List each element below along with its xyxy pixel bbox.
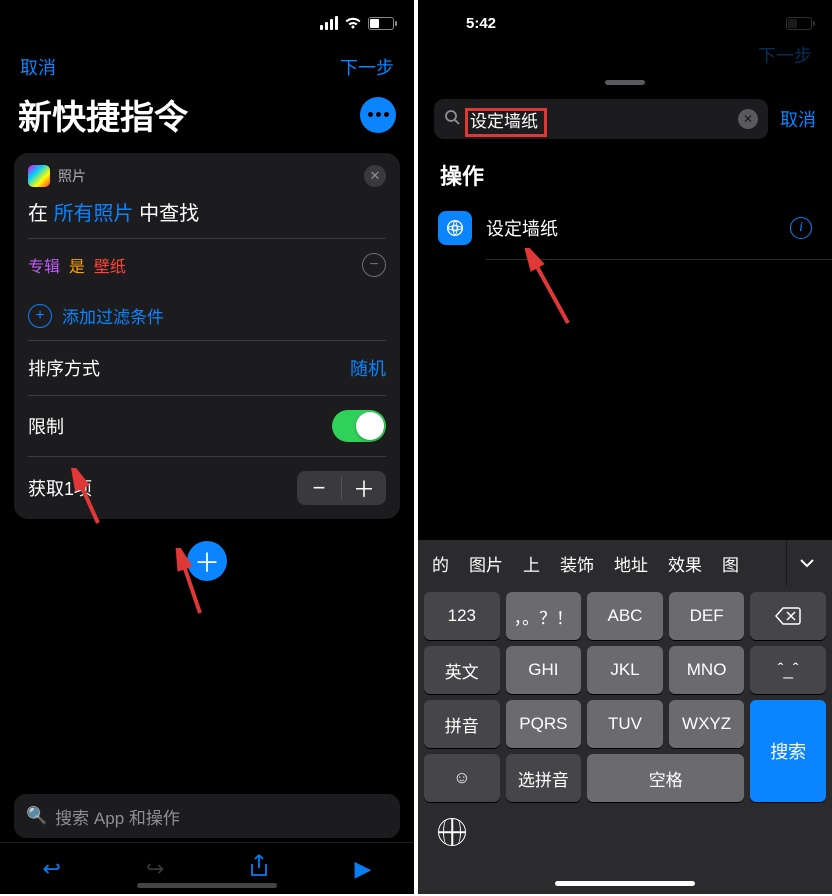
section-title: 操作 xyxy=(418,149,832,197)
more-button[interactable] xyxy=(360,97,396,133)
keyboard: 的 图片 上 装饰 地址 效果 图 123 ，。？！ ABC DEF 英文 GH… xyxy=(418,540,832,894)
play-button[interactable]: ▶ xyxy=(355,856,372,882)
redo-button[interactable]: ↪ xyxy=(146,856,164,882)
next-button[interactable]: 下一步 xyxy=(340,54,394,80)
undo-button[interactable]: ↩ xyxy=(43,856,61,882)
candidate[interactable]: 地址 xyxy=(614,551,648,576)
candidate[interactable]: 效果 xyxy=(668,551,702,576)
limit-row: 限制 xyxy=(14,396,400,456)
globe-button[interactable] xyxy=(438,818,466,846)
battery-icon xyxy=(786,17,812,30)
candidate[interactable]: 图片 xyxy=(469,551,503,576)
wallpaper-action-icon xyxy=(438,211,472,245)
stepper-minus[interactable]: − xyxy=(297,471,341,505)
candidate[interactable]: 上 xyxy=(523,551,540,576)
get-count-row: 获取1项 − ＋ xyxy=(14,457,400,519)
info-button[interactable]: i xyxy=(790,217,812,239)
remove-action-button[interactable]: ✕ xyxy=(364,165,386,187)
page-title-row: 新快捷指令 xyxy=(0,86,414,153)
nav-bar: 取消 下一步 xyxy=(0,46,414,86)
key-grid: 123 ，。？！ ABC DEF 英文 GHI JKL MNO ˆ_ˆ 拼音 P… xyxy=(418,586,832,808)
home-indicator xyxy=(555,881,695,886)
key-ghi[interactable]: GHI xyxy=(506,646,582,694)
action-card: 照片 ✕ 在 所有照片 中查找 专辑 是 壁纸 − + 添加过滤条件 排序方式 … xyxy=(14,153,400,519)
phone-left: 取消 下一步 新快捷指令 照片 ✕ 在 所有照片 中查找 专辑 是 壁纸 − + xyxy=(0,0,414,894)
key-search[interactable]: 搜索 xyxy=(750,700,826,802)
key-reinput[interactable]: ˆ_ˆ xyxy=(750,646,826,694)
cellular-icon xyxy=(320,16,338,30)
photos-app-icon xyxy=(28,165,50,187)
remove-filter-button[interactable]: − xyxy=(362,253,386,277)
filter-field[interactable]: 专辑 xyxy=(28,259,60,276)
key-wxyz[interactable]: WXYZ xyxy=(669,700,745,748)
search-icon: 🔍 xyxy=(26,806,47,826)
search-row: 设定墙纸 ✕ 取消 xyxy=(418,85,832,149)
search-placeholder: 搜索 App 和操作 xyxy=(55,804,180,829)
key-mno[interactable]: MNO xyxy=(669,646,745,694)
search-field[interactable]: 设定墙纸 ✕ xyxy=(434,99,768,139)
key-def[interactable]: DEF xyxy=(669,592,745,640)
find-scope-token[interactable]: 所有照片 xyxy=(54,203,134,225)
sort-row[interactable]: 排序方式 随机 xyxy=(14,341,400,395)
result-label: 设定墙纸 xyxy=(486,215,776,241)
key-space[interactable]: 空格 xyxy=(587,754,744,802)
filter-value[interactable]: 壁纸 xyxy=(94,259,126,276)
expand-candidates-button[interactable] xyxy=(786,540,826,586)
search-input-value[interactable]: 设定墙纸 xyxy=(468,107,730,132)
card-header: 照片 ✕ xyxy=(14,153,400,191)
clear-search-button[interactable]: ✕ xyxy=(738,109,758,129)
annotation-arrow xyxy=(518,248,578,328)
find-line[interactable]: 在 所有照片 中查找 xyxy=(14,191,400,238)
key-select-pinyin[interactable]: 选拼音 xyxy=(506,754,582,802)
result-set-wallpaper[interactable]: 设定墙纸 i xyxy=(418,197,832,259)
candidate-row: 的 图片 上 装饰 地址 效果 图 xyxy=(418,540,832,586)
home-indicator xyxy=(137,883,277,888)
filter-op[interactable]: 是 xyxy=(69,259,85,276)
status-bar xyxy=(0,0,414,46)
share-button[interactable] xyxy=(249,854,269,884)
candidate[interactable]: 装饰 xyxy=(560,551,594,576)
key-pqrs[interactable]: PQRS xyxy=(506,700,582,748)
get-count-label: 获取1项 xyxy=(28,475,92,501)
next-button-dim: 下一步 xyxy=(758,42,812,68)
status-time: 5:42 xyxy=(466,15,496,32)
filter-row[interactable]: 专辑 是 壁纸 − xyxy=(14,239,400,291)
wifi-icon xyxy=(344,16,362,30)
phone-right: 5:42 下一步 设定墙纸 ✕ 取消 操作 设定墙纸 i 的 图片 xyxy=(418,0,832,894)
limit-toggle[interactable] xyxy=(332,410,386,442)
cancel-button[interactable]: 取消 xyxy=(20,54,56,80)
key-emoji[interactable]: ☺ xyxy=(424,754,500,802)
page-title: 新快捷指令 xyxy=(18,90,188,139)
search-apps-field[interactable]: 🔍 搜索 App 和操作 xyxy=(14,794,400,838)
key-english[interactable]: 英文 xyxy=(424,646,500,694)
app-name-label: 照片 xyxy=(58,166,356,186)
add-filter-button[interactable]: + 添加过滤条件 xyxy=(14,291,400,340)
key-jkl[interactable]: JKL xyxy=(587,646,663,694)
key-pinyin[interactable]: 拼音 xyxy=(424,700,500,748)
key-abc[interactable]: ABC xyxy=(587,592,663,640)
key-punct[interactable]: ，。？！ xyxy=(506,592,582,640)
key-tuv[interactable]: TUV xyxy=(587,700,663,748)
globe-row xyxy=(418,808,832,846)
candidate[interactable]: 图 xyxy=(722,551,739,576)
sort-value[interactable]: 随机 xyxy=(350,355,386,381)
sort-label: 排序方式 xyxy=(28,355,100,381)
cancel-search-button[interactable]: 取消 xyxy=(780,106,816,132)
plus-circle-icon: + xyxy=(28,304,52,328)
add-action-button[interactable]: ＋ xyxy=(187,541,227,581)
limit-label: 限制 xyxy=(28,413,64,439)
count-stepper[interactable]: − ＋ xyxy=(297,471,386,505)
search-icon xyxy=(444,109,460,130)
sheet-nav: 下一步 xyxy=(418,40,832,70)
stepper-plus[interactable]: ＋ xyxy=(342,471,386,505)
key-123[interactable]: 123 xyxy=(424,592,500,640)
candidate[interactable]: 的 xyxy=(432,551,449,576)
battery-icon xyxy=(368,17,394,30)
key-backspace[interactable] xyxy=(750,592,826,640)
